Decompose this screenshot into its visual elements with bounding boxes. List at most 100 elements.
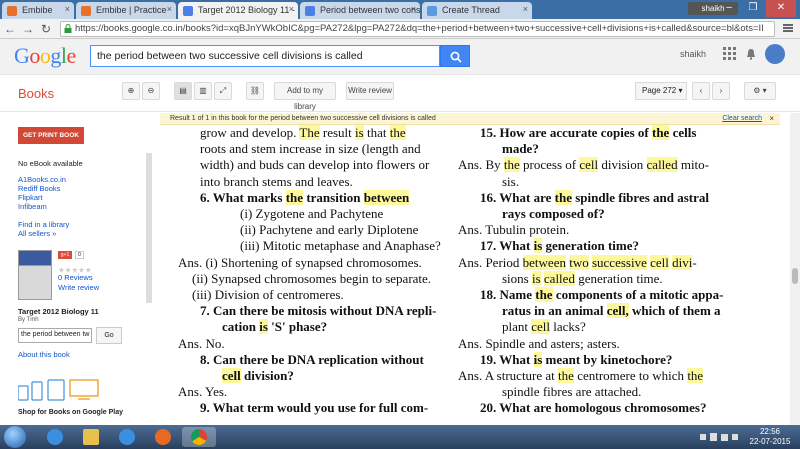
seller-link-flipkart[interactable]: Flipkart	[18, 193, 43, 202]
get-print-book-button[interactable]: GET PRINT BOOK	[18, 127, 84, 144]
write-review-button[interactable]: Write review	[346, 82, 394, 100]
previous-page-button[interactable]: ‹	[692, 82, 710, 100]
about-book-link[interactable]: About this book	[18, 350, 70, 359]
close-icon[interactable]: ×	[769, 114, 774, 123]
clear-search-link[interactable]: Clear search	[722, 115, 762, 122]
left-column-text-line: cell division?	[222, 368, 294, 383]
rating-stars-icon: ★★★★★	[58, 266, 92, 273]
forward-button[interactable]: →	[20, 21, 36, 37]
search-in-book-input[interactable]: the period between tw	[18, 328, 92, 343]
tab-embibe[interactable]: Embibe ×	[2, 2, 74, 19]
notifications-icon[interactable]	[745, 48, 757, 60]
browser-toolbar: ← → ↻ https://books.google.co.in/books?i…	[0, 19, 800, 39]
menu-icon[interactable]	[782, 22, 794, 34]
left-column-text-line: Ans. No.	[178, 335, 225, 351]
add-to-library-button[interactable]: Add to my library	[274, 82, 336, 111]
no-ebook-text: No eBook available	[18, 159, 83, 168]
zoom-in-button[interactable]: ⊕	[122, 82, 140, 100]
tab-period-between[interactable]: Period between two consi ×	[300, 2, 420, 19]
left-column-text-line: into branch stems and leaves.	[200, 173, 353, 189]
right-column-text-line: 19. What is meant by kinetochore?	[480, 351, 673, 367]
close-window-button[interactable]: ✕	[766, 0, 796, 17]
zoom-out-button[interactable]: ⊖	[142, 82, 160, 100]
search-icon	[450, 51, 462, 63]
taskbar-chrome[interactable]	[182, 427, 216, 447]
settings-button[interactable]: ⚙ ▾	[744, 82, 776, 100]
single-page-view-button[interactable]: ▤	[174, 82, 192, 100]
page-scrollbar-thumb[interactable]	[792, 268, 798, 284]
fullscreen-button[interactable]: ⤢	[214, 82, 232, 100]
book-cover[interactable]	[18, 250, 52, 300]
write-review-link[interactable]: Write review	[58, 283, 99, 292]
avatar[interactable]	[765, 44, 785, 64]
result-text: Result 1 of 1 in this book for the perio…	[170, 115, 436, 122]
close-tab-icon[interactable]: ×	[167, 4, 172, 14]
find-in-library-link[interactable]: Find in a library	[18, 220, 69, 229]
right-column-text-line: made?	[502, 141, 539, 157]
reload-button[interactable]: ↻	[38, 21, 54, 37]
right-column-text-line: rays composed of?	[502, 206, 605, 221]
close-tab-icon[interactable]: ×	[523, 4, 528, 14]
start-button[interactable]	[4, 426, 26, 448]
apps-grid-icon[interactable]	[723, 47, 737, 61]
left-column-text-line: width) and buds can develop into flowers…	[200, 157, 430, 173]
close-tab-icon[interactable]: ×	[289, 4, 294, 14]
left-column-text-line: (i) Zygotene and Pachytene	[240, 206, 384, 221]
google-plus-one-button[interactable]: g+1	[58, 251, 72, 259]
taskbar-explorer[interactable]	[74, 427, 108, 447]
back-button[interactable]: ←	[2, 21, 18, 37]
left-column-text-line: grow and develop. The result is that the	[200, 125, 406, 140]
taskbar-ie[interactable]	[38, 427, 72, 447]
google-header: Google the period between two successive…	[0, 39, 800, 75]
devices-icon	[18, 379, 99, 401]
search-button[interactable]	[440, 45, 470, 67]
left-column-text-line: (ii) Pachytene and early Diplotene	[240, 222, 419, 238]
close-tab-icon[interactable]: ×	[411, 4, 416, 14]
page-favicon-icon	[305, 6, 315, 16]
google-logo[interactable]: Google	[14, 43, 76, 69]
reviews-link[interactable]: 0 Reviews	[58, 273, 93, 282]
minimize-button[interactable]: –	[718, 0, 740, 17]
shop-google-play-text[interactable]: Shop for Books on Google Play	[18, 409, 123, 416]
svg-text:★★★★★: ★★★★★	[58, 266, 92, 273]
account-name[interactable]: shaikh	[680, 49, 706, 59]
close-tab-icon[interactable]: ×	[65, 4, 70, 14]
chrome-icon	[191, 429, 207, 445]
right-column-text-line: Ans. By the process of cell division cal…	[458, 157, 710, 173]
address-bar[interactable]: https://books.google.co.in/books?id=xqBJ…	[60, 21, 775, 37]
tab-embibe-practice[interactable]: Embibe | Practice ×	[76, 2, 176, 19]
right-column-text-line: spindle fibres are attached.	[502, 384, 642, 400]
left-column-text-line: 6. What marks the transition between	[200, 189, 410, 205]
next-page-button[interactable]: ›	[712, 82, 730, 100]
seller-link-rediff[interactable]: Rediff Books	[18, 184, 60, 193]
left-column-text-line: roots and stem increase in size (length …	[200, 141, 421, 157]
two-page-view-button[interactable]: ▥	[194, 82, 212, 100]
maximize-button[interactable]: ❐	[742, 0, 764, 17]
system-clock[interactable]: 22:56 22-07-2015	[745, 427, 795, 447]
book-page: grow and develop. The result is that the…	[160, 125, 780, 425]
embibe-favicon-icon	[81, 6, 91, 16]
books-title[interactable]: Books	[18, 86, 54, 101]
all-sellers-link[interactable]: All sellers »	[18, 229, 56, 238]
search-in-book-go-button[interactable]: Go	[96, 327, 122, 344]
seller-link-a1books[interactable]: A1Books.co.in	[18, 175, 66, 184]
system-tray-icons[interactable]	[700, 431, 740, 443]
left-column-text-line: 8. Can there be DNA replication without	[200, 351, 424, 367]
taskbar-firefox[interactable]	[146, 427, 180, 447]
taskbar-ie2[interactable]	[110, 427, 144, 447]
link-button[interactable]: ⛓	[246, 82, 264, 100]
page-selector[interactable]: Page 272 ▾	[635, 82, 687, 100]
right-column-text-line: sis.	[502, 173, 519, 189]
tab-create-thread[interactable]: Create Thread ×	[422, 2, 532, 19]
right-column-text-line: 17. What is generation time?	[480, 238, 640, 254]
right-column-text-line: 15. How are accurate copies of the cells	[480, 125, 697, 140]
plus-one-count: 0	[75, 251, 84, 259]
search-input[interactable]: the period between two successive cell d…	[90, 45, 440, 67]
right-column-text-line: plant cell lacks?	[502, 319, 586, 335]
right-column-text-line: 18. Name the components of a mitotic app…	[480, 287, 724, 302]
left-column-text-line: (iii) Division of centromeres.	[192, 287, 344, 302]
embibe-favicon-icon	[7, 6, 17, 16]
tab-target-biology[interactable]: Target 2012 Biology 11 - ×	[178, 2, 298, 19]
sidebar-scrollbar[interactable]	[146, 153, 152, 303]
seller-link-infibeam[interactable]: Infibeam	[18, 202, 47, 211]
